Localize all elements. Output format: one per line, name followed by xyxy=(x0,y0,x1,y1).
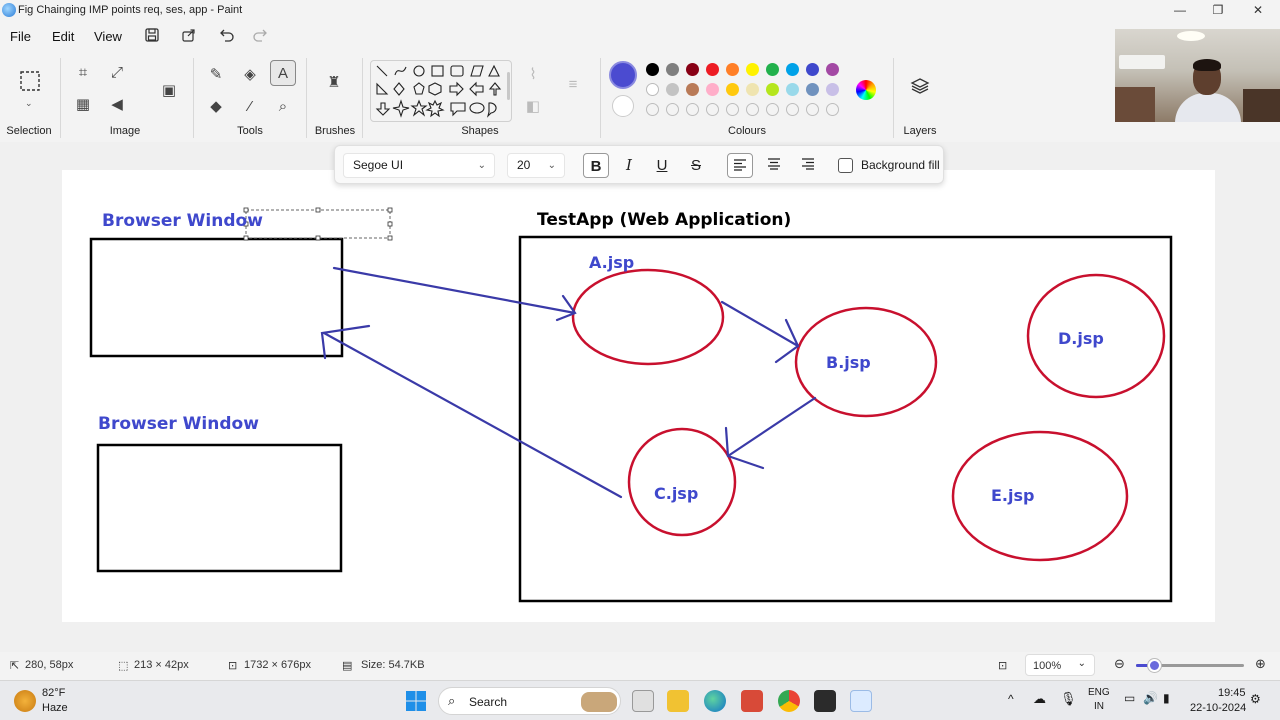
search-highlight-icon xyxy=(581,692,617,712)
status-bar: ⇱ 280, 58px ⬚ 213 × 42px ⊡ 1732 × 676px … xyxy=(0,652,1280,678)
cursor-position: 280, 58px xyxy=(25,659,74,671)
taskbar-search[interactable]: ⌕ Search xyxy=(438,687,621,715)
label-c-jsp: C.jsp xyxy=(654,484,699,503)
cursor-icon: ⇱ xyxy=(10,660,20,672)
search-icon: ⌕ xyxy=(448,693,456,708)
zoom-value: 100% xyxy=(1033,660,1062,672)
chevron-down-icon: ⌄ xyxy=(547,160,556,171)
font-size-dropdown[interactable]: 20 ⌄ xyxy=(507,153,565,178)
browser-window-box-2 xyxy=(96,443,343,573)
fit-to-window-icon[interactable]: ⊡ xyxy=(998,659,1007,672)
align-center-button[interactable] xyxy=(761,153,787,178)
paint-taskbar-icon[interactable] xyxy=(850,690,872,712)
microphone-icon[interactable]: 🎙 xyxy=(1060,691,1077,707)
clock-date[interactable]: 22-10-2024 xyxy=(1190,702,1246,714)
selection-size: 213 × 42px xyxy=(134,659,189,671)
ellipse-c-jsp xyxy=(627,427,737,537)
font-family-dropdown[interactable]: Segoe UI ⌄ xyxy=(343,153,495,178)
clock-time[interactable]: 19:45 xyxy=(1218,687,1246,699)
onedrive-icon[interactable]: ☁ xyxy=(1033,691,1046,707)
background-fill-label: Background fill xyxy=(861,158,940,172)
text-format-toolbar: Segoe UI ⌄ 20 ⌄ B I U S Background fill xyxy=(334,145,944,184)
label-e-jsp: E.jsp xyxy=(991,486,1035,505)
language-primary[interactable]: ENG xyxy=(1088,687,1110,698)
browser-window-box-1 xyxy=(89,237,344,358)
zoom-out-icon[interactable]: ⊖ xyxy=(1114,656,1125,672)
font-family-value: Segoe UI xyxy=(353,158,404,172)
ellipse-a-jsp xyxy=(571,268,725,366)
chevron-down-icon: ⌄ xyxy=(1077,658,1086,669)
display-icon[interactable]: ▭ xyxy=(1124,691,1135,705)
terminal-icon[interactable] xyxy=(814,690,836,712)
text-selection-box xyxy=(243,207,393,241)
arrow-b-to-c xyxy=(724,396,817,470)
zoom-slider-thumb[interactable] xyxy=(1148,659,1161,672)
zoom-dropdown[interactable]: 100% ⌄ xyxy=(1025,654,1095,676)
align-right-button[interactable] xyxy=(795,153,821,178)
label-testapp: TestApp (Web Application) xyxy=(537,210,792,230)
selection-size-icon: ⬚ xyxy=(118,660,129,672)
strikethrough-button[interactable]: S xyxy=(683,153,709,178)
file-size-icon: ▤ xyxy=(342,660,353,672)
chevron-up-icon[interactable]: ^ xyxy=(1008,692,1014,706)
chrome-icon[interactable] xyxy=(778,690,800,712)
weather-temp: 82°F xyxy=(42,687,66,699)
arrow-c-to-browser xyxy=(320,324,623,499)
font-size-value: 20 xyxy=(517,158,531,172)
powerpoint-icon[interactable] xyxy=(741,690,763,712)
taskbar: 82°F Haze ⌕ Search ^ ☁ 🎙 ENG IN ▭ 🔊 ▮ 19… xyxy=(0,680,1280,720)
canvas-size: 1732 × 676px xyxy=(244,659,311,671)
file-size: Size: 54.7KB xyxy=(361,659,425,671)
italic-button[interactable]: I xyxy=(616,153,642,178)
label-browser-window-1: Browser Window xyxy=(102,211,263,231)
background-fill-checkbox[interactable] xyxy=(838,158,853,173)
canvas-size-icon: ⊡ xyxy=(228,660,238,672)
notification-icon[interactable]: ⚙ xyxy=(1250,692,1261,706)
language-secondary[interactable]: IN xyxy=(1094,701,1104,712)
weather-desc: Haze xyxy=(42,702,68,714)
chevron-down-icon: ⌄ xyxy=(477,160,486,171)
arrow-browser-to-a xyxy=(332,266,577,322)
testapp-box xyxy=(518,235,1173,603)
label-browser-window-2: Browser Window xyxy=(98,414,259,434)
windows-start-icon[interactable] xyxy=(405,690,427,712)
arrow-a-to-b xyxy=(720,300,800,364)
volume-icon[interactable]: 🔊 xyxy=(1143,691,1158,705)
zoom-in-icon[interactable]: ⊕ xyxy=(1255,656,1266,672)
drawing-layer xyxy=(89,207,1173,603)
align-left-button[interactable] xyxy=(727,153,753,178)
underline-button[interactable]: U xyxy=(649,153,675,178)
label-a-jsp: A.jsp xyxy=(589,253,635,272)
label-d-jsp: D.jsp xyxy=(1058,329,1104,348)
task-view-icon[interactable] xyxy=(632,690,654,712)
edge-browser-icon[interactable] xyxy=(704,690,726,712)
battery-icon[interactable]: ▮ xyxy=(1163,691,1170,705)
weather-icon[interactable] xyxy=(14,690,36,712)
file-explorer-icon[interactable] xyxy=(667,690,689,712)
ellipse-e-jsp xyxy=(951,430,1129,562)
search-label: Search xyxy=(469,695,508,709)
bold-button[interactable]: B xyxy=(583,153,609,178)
label-b-jsp: B.jsp xyxy=(826,353,871,372)
